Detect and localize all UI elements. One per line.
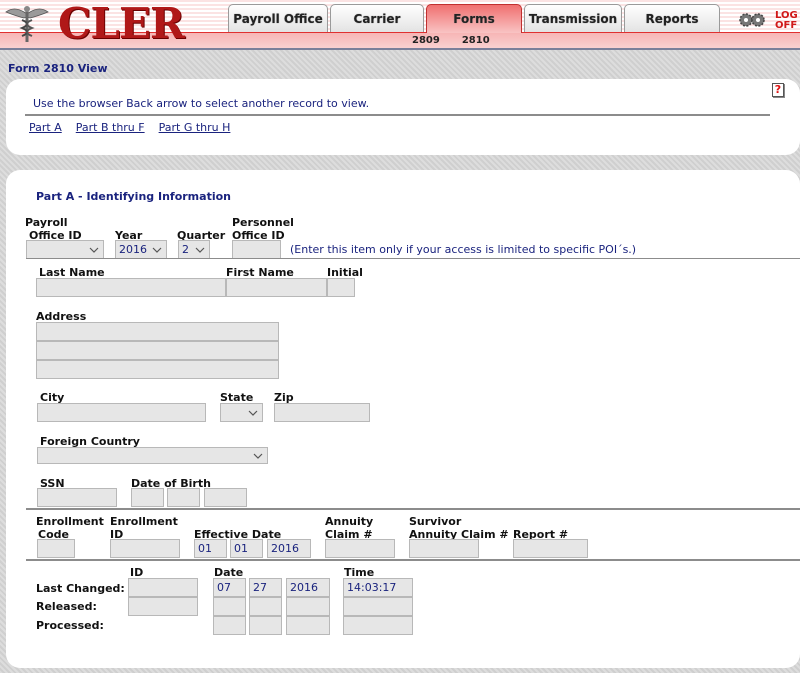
app-logo: CLER bbox=[4, 0, 185, 48]
tab-forms[interactable]: Forms bbox=[426, 4, 522, 33]
enrollment-id-input[interactable] bbox=[110, 539, 180, 558]
instruction-text: Use the browser Back arrow to select ano… bbox=[33, 97, 370, 110]
last-changed-id bbox=[128, 578, 198, 597]
main-tabs: Payroll Office Carrier Forms Transmissio… bbox=[228, 4, 720, 33]
processed-label: Processed: bbox=[36, 619, 104, 632]
link-part-g-thru-h[interactable]: Part G thru H bbox=[159, 121, 231, 134]
part-links: Part A Part B thru F Part G thru H bbox=[29, 121, 230, 134]
effective-month-input[interactable]: 01 bbox=[194, 539, 227, 558]
payroll-office-id-select[interactable] bbox=[26, 240, 104, 259]
chevron-down-icon bbox=[248, 410, 258, 416]
tab-transmission[interactable]: Transmission bbox=[524, 4, 622, 32]
effective-day-input[interactable]: 01 bbox=[230, 539, 263, 558]
enrollment-id-label: Enrollment ID bbox=[110, 515, 178, 541]
ssn-input[interactable] bbox=[37, 488, 117, 507]
tab-carrier[interactable]: Carrier bbox=[330, 4, 424, 32]
survivor-annuity-claim-label: Survivor Annuity Claim # bbox=[409, 515, 509, 541]
link-part-b-thru-f[interactable]: Part B thru F bbox=[76, 121, 145, 134]
poi-note: (Enter this item only if your access is … bbox=[290, 243, 637, 256]
foreign-country-select[interactable] bbox=[37, 447, 268, 464]
logoff-line2: OFF bbox=[775, 20, 798, 31]
payroll-office-id-label: Payroll Office ID bbox=[25, 216, 82, 242]
released-month bbox=[213, 597, 246, 616]
released-day bbox=[249, 597, 282, 616]
zip-input[interactable] bbox=[274, 403, 370, 422]
label-line: Enrollment bbox=[110, 515, 178, 528]
logo-wordmark: CLER bbox=[58, 0, 185, 48]
section-title: Part A - Identifying Information bbox=[36, 190, 231, 203]
divider bbox=[25, 114, 770, 116]
last-changed-year: 2016 bbox=[286, 578, 330, 597]
select-value: 2 bbox=[182, 243, 189, 256]
select-value: 2016 bbox=[119, 243, 147, 256]
address-line-1-input[interactable] bbox=[36, 322, 279, 341]
effective-year-input[interactable]: 2016 bbox=[267, 539, 311, 558]
forms-subtabs: 2809 2810 bbox=[412, 35, 490, 46]
annuity-claim-input[interactable] bbox=[325, 539, 395, 558]
survivor-annuity-claim-input[interactable] bbox=[409, 539, 479, 558]
dob-day-input[interactable] bbox=[167, 488, 200, 507]
page-title: Form 2810 View bbox=[8, 62, 108, 75]
dob-month-input[interactable] bbox=[131, 488, 164, 507]
processed-day bbox=[249, 616, 282, 635]
state-select[interactable] bbox=[220, 403, 263, 422]
first-name-input[interactable] bbox=[226, 278, 327, 297]
gear-icon[interactable] bbox=[738, 11, 766, 29]
label-line: Survivor bbox=[409, 515, 462, 528]
city-input[interactable] bbox=[37, 403, 206, 422]
divider bbox=[26, 508, 800, 510]
released-id bbox=[128, 597, 198, 616]
report-number-input[interactable] bbox=[513, 539, 588, 558]
processed-month bbox=[213, 616, 246, 635]
part-a-panel: Part A - Identifying Information Payroll… bbox=[6, 170, 800, 668]
chevron-down-icon bbox=[253, 453, 263, 459]
last-name-input[interactable] bbox=[36, 278, 226, 297]
chevron-down-icon bbox=[195, 247, 205, 253]
enrollment-code-label: Enrollment Code bbox=[36, 515, 104, 541]
last-changed-label: Last Changed: bbox=[36, 582, 125, 595]
dob-year-input[interactable] bbox=[204, 488, 247, 507]
released-time bbox=[343, 597, 413, 616]
tab-payroll-office[interactable]: Payroll Office bbox=[228, 4, 328, 32]
tab-reports[interactable]: Reports bbox=[624, 4, 720, 32]
processed-time bbox=[343, 616, 413, 635]
processed-year bbox=[286, 616, 330, 635]
last-changed-time: 14:03:17 bbox=[343, 578, 413, 597]
last-changed-day: 27 bbox=[249, 578, 282, 597]
quarter-select[interactable]: 2 bbox=[178, 240, 210, 259]
subtab-2809[interactable]: 2809 bbox=[412, 35, 440, 46]
help-icon[interactable]: ? bbox=[772, 83, 784, 97]
divider bbox=[26, 559, 800, 561]
released-year bbox=[286, 597, 330, 616]
subtab-2810[interactable]: 2810 bbox=[462, 35, 490, 46]
year-select[interactable]: 2016 bbox=[115, 240, 167, 259]
chevron-down-icon bbox=[152, 247, 162, 253]
address-line-2-input[interactable] bbox=[36, 341, 279, 360]
label-line: Enrollment bbox=[36, 515, 104, 528]
address-line-3-input[interactable] bbox=[36, 360, 279, 379]
annuity-claim-label: Annuity Claim # bbox=[325, 515, 373, 541]
enrollment-code-input[interactable] bbox=[37, 539, 75, 558]
caduceus-icon bbox=[5, 6, 49, 42]
released-label: Released: bbox=[36, 600, 97, 613]
app-header: CLER Payroll Office Carrier Forms Transm… bbox=[0, 0, 800, 50]
chevron-down-icon bbox=[89, 247, 99, 253]
last-changed-month: 07 bbox=[213, 578, 246, 597]
divider bbox=[26, 258, 800, 259]
link-part-a[interactable]: Part A bbox=[29, 121, 62, 134]
navigation-panel: Use the browser Back arrow to select ano… bbox=[6, 79, 800, 155]
initial-input[interactable] bbox=[327, 278, 355, 297]
personnel-office-id-label: Personnel Office ID bbox=[232, 216, 294, 242]
logoff-button[interactable]: LOG OFF bbox=[775, 11, 798, 31]
header-divider bbox=[0, 48, 800, 50]
label-line: Annuity bbox=[325, 515, 374, 528]
label-line: Payroll bbox=[25, 216, 68, 229]
label-line: Personnel bbox=[232, 216, 294, 229]
personnel-office-id-input[interactable] bbox=[232, 240, 281, 259]
